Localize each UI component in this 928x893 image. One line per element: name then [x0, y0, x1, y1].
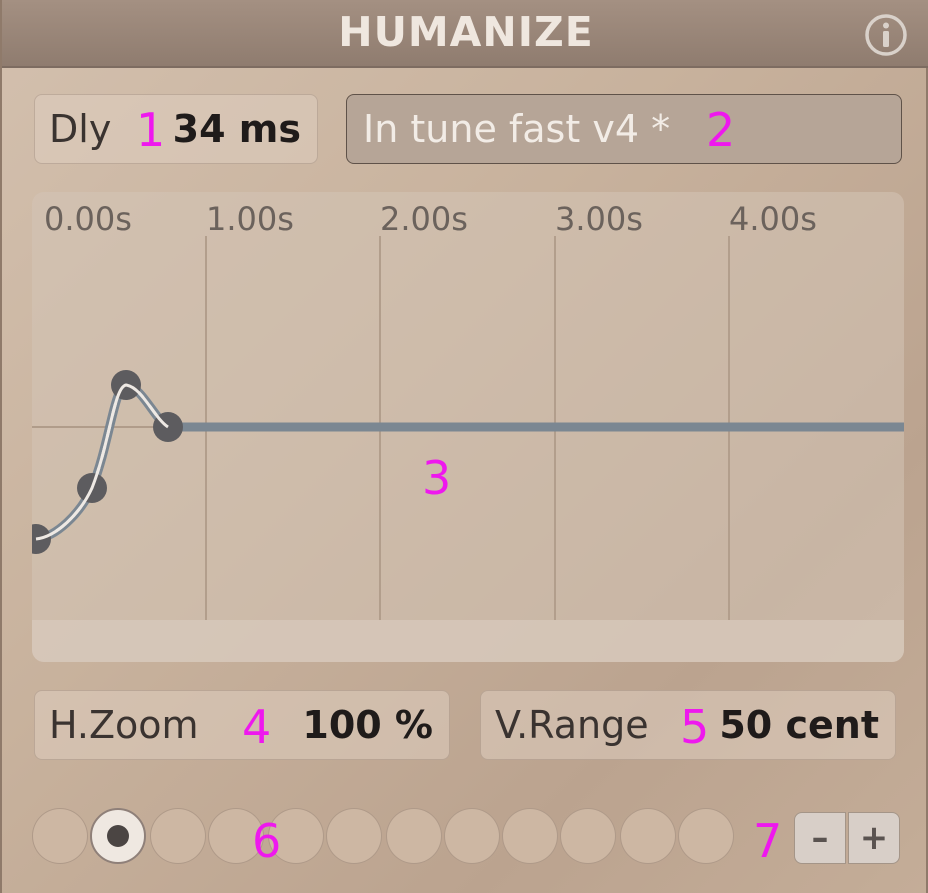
pitch-curve-canvas[interactable]: 0.00s 1.00s 2.00s 3.00s 4.00s: [32, 192, 904, 662]
time-tick-1: 1.00s: [206, 200, 294, 238]
minus-button[interactable]: –: [794, 812, 846, 864]
plus-button[interactable]: +: [848, 812, 900, 864]
h-zoom-value: 100 %: [302, 703, 433, 747]
annotation-2: 2: [706, 103, 736, 157]
v-range-label: V.Range: [495, 703, 649, 747]
preset-slot[interactable]: [150, 808, 206, 864]
time-tick-0: 0.00s: [44, 200, 132, 238]
preset-slots: [32, 808, 742, 866]
annotation-5: 5: [680, 700, 710, 754]
time-tick-4: 4.00s: [729, 200, 817, 238]
preset-slot[interactable]: [444, 808, 500, 864]
panel-header: HUMANIZE: [2, 0, 928, 68]
preset-slot[interactable]: [560, 808, 616, 864]
annotation-1: 1: [136, 103, 166, 157]
preset-name-field[interactable]: In tune fast v4 *: [346, 94, 902, 164]
v-range-value: 50 cent: [719, 703, 879, 747]
info-icon[interactable]: [864, 13, 908, 57]
preset-slot[interactable]: [678, 808, 734, 864]
pitch-curve: [35, 380, 904, 544]
preset-slot[interactable]: [326, 808, 382, 864]
delay-label: Dly: [49, 107, 112, 151]
time-tick-3: 3.00s: [555, 200, 643, 238]
h-zoom-label: H.Zoom: [49, 703, 199, 747]
annotation-3: 3: [422, 451, 452, 505]
preset-slot[interactable]: [620, 808, 676, 864]
preset-slot-selected[interactable]: [90, 808, 146, 864]
delay-value: 34 ms: [172, 107, 301, 151]
panel-title: HUMANIZE: [338, 8, 594, 56]
annotation-7: 7: [753, 814, 783, 868]
annotation-4: 4: [242, 700, 272, 754]
preset-slot[interactable]: [32, 808, 88, 864]
preset-slot[interactable]: [386, 808, 442, 864]
pitch-curve-graph[interactable]: 0.00s 1.00s 2.00s 3.00s 4.00s: [32, 192, 904, 662]
preset-name: In tune fast v4 *: [363, 107, 671, 151]
preset-slot[interactable]: [502, 808, 558, 864]
graph-footer-strip: [32, 620, 904, 662]
time-tick-2: 2.00s: [380, 200, 468, 238]
annotation-6: 6: [252, 814, 282, 868]
humanize-panel: HUMANIZE Dly 34 ms In tune fast v4 * 0.0…: [0, 0, 928, 893]
delay-field[interactable]: Dly 34 ms: [34, 94, 318, 164]
